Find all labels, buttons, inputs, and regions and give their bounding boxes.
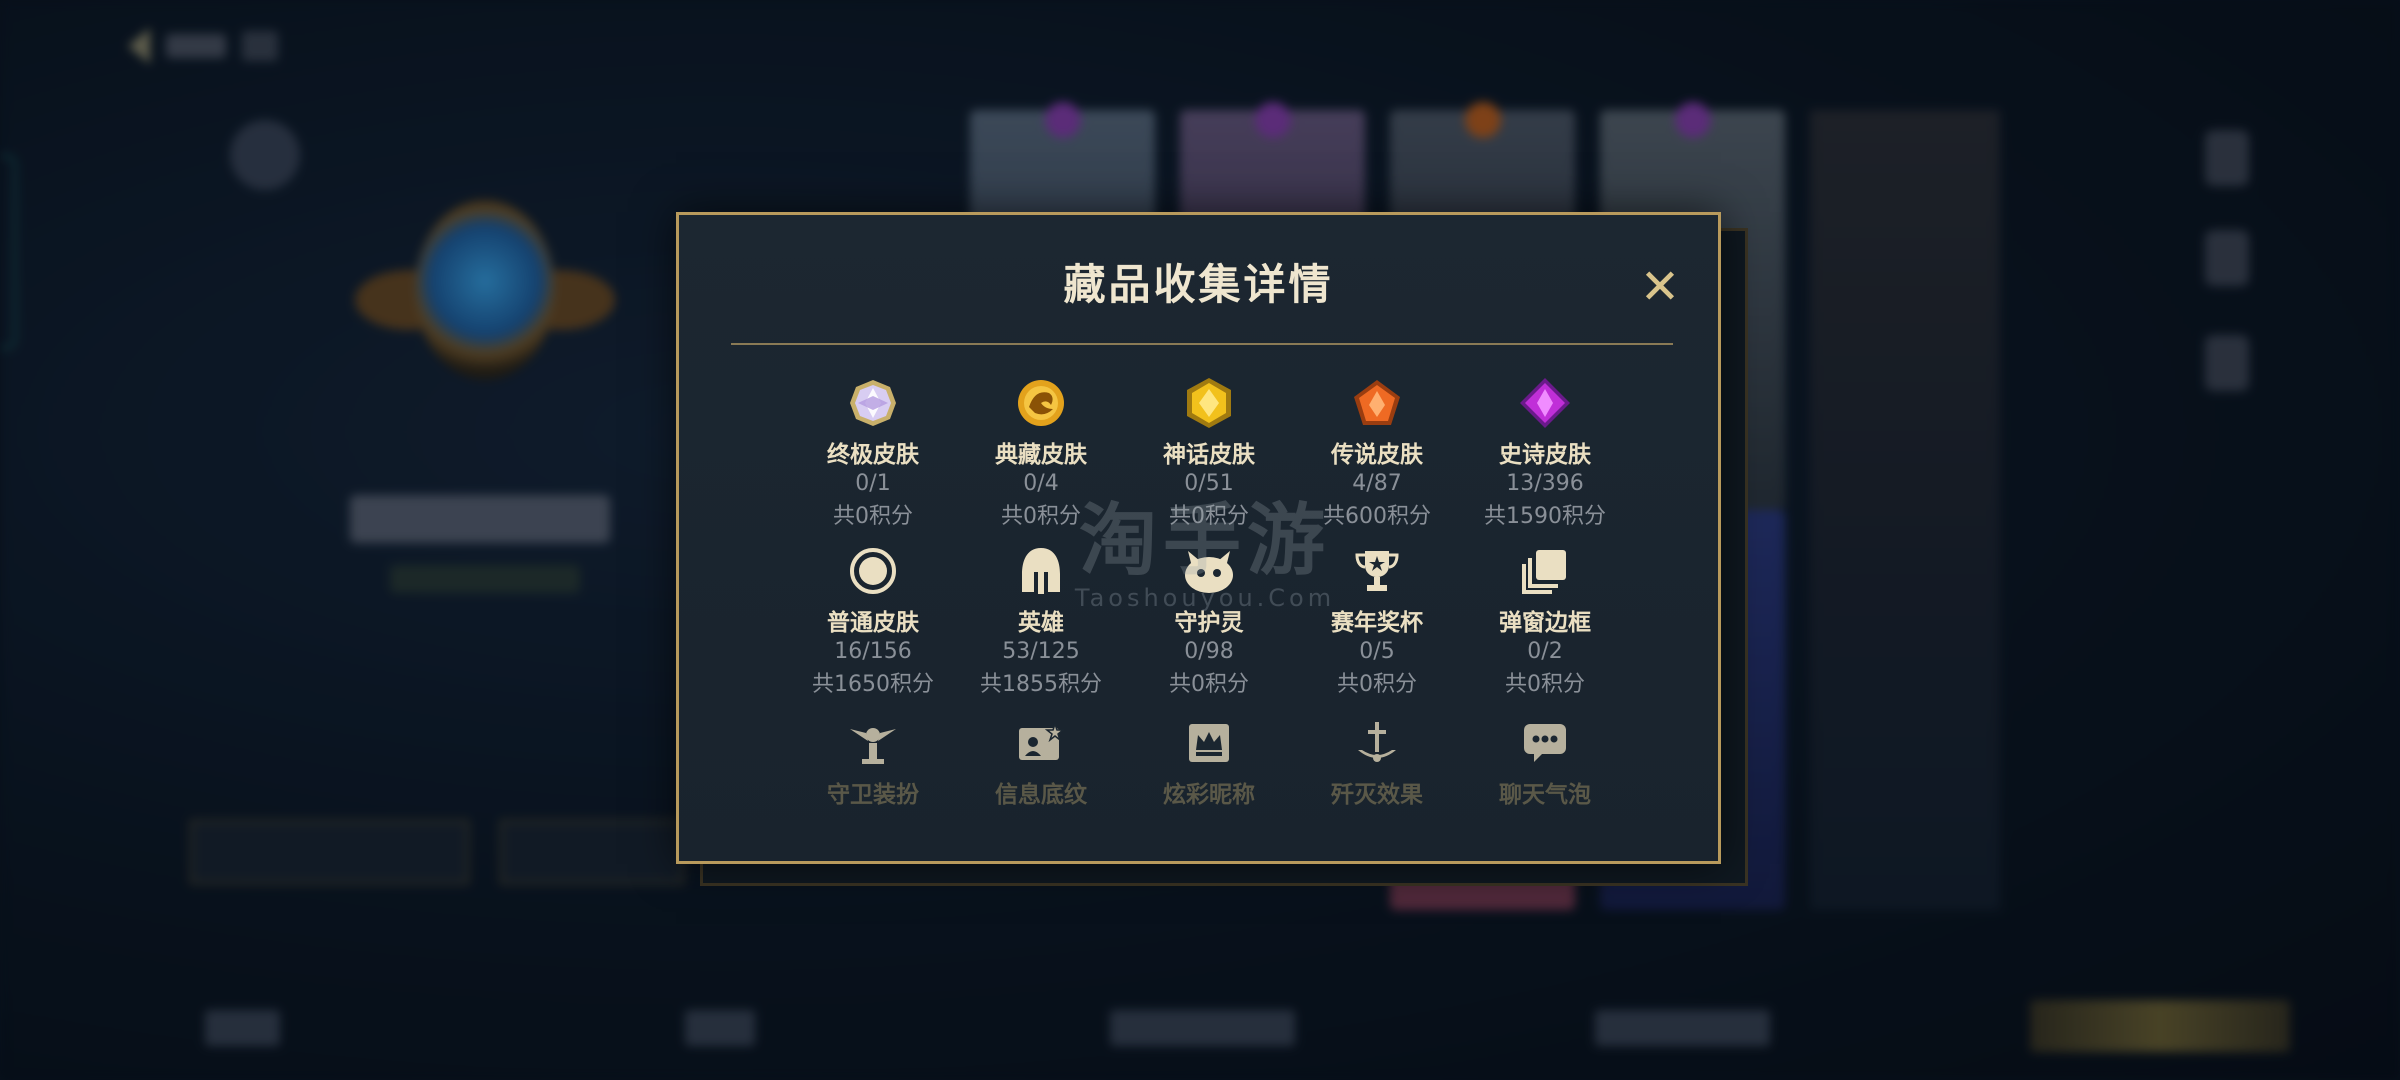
category-item-banner[interactable]: 信息底纹: [957, 715, 1125, 809]
category-count: 0/2: [1527, 639, 1563, 664]
category-score: 共0积分: [1169, 504, 1249, 529]
prestige-dragon-icon: [1013, 375, 1069, 431]
category-count: 0/98: [1184, 639, 1234, 664]
epic-gem-icon: [1517, 375, 1573, 431]
category-label: 赛年奖杯: [1331, 610, 1423, 636]
category-count: 16/156: [834, 639, 912, 664]
category-item-heroes[interactable]: 英雄 53/125 共1855积分: [957, 543, 1125, 698]
category-label: 史诗皮肤: [1499, 442, 1591, 468]
category-label: 歼灭效果: [1331, 782, 1423, 808]
category-item-nickname[interactable]: 炫彩昵称: [1125, 715, 1293, 809]
category-label: 守卫装扮: [827, 782, 919, 808]
category-score: 共0积分: [1505, 672, 1585, 697]
category-item-guardian[interactable]: 守护灵 0/98 共0积分: [1125, 543, 1293, 698]
category-item-standard[interactable]: 普通皮肤 16/156 共1650积分: [789, 543, 957, 698]
category-label: 典藏皮肤: [995, 442, 1087, 468]
ward-icon: [845, 715, 901, 771]
category-item-ward[interactable]: 守卫装扮: [789, 715, 957, 809]
collection-details-modal: 藏品收集详情 ✕ 终极皮肤 0/1 共0积分 典藏皮肤 0/4 共0积分 神话皮…: [676, 212, 1721, 864]
category-label: 英雄: [1018, 610, 1064, 636]
category-score: 共0积分: [1337, 672, 1417, 697]
category-score: 共600积分: [1323, 504, 1431, 529]
category-score: 共0积分: [833, 504, 913, 529]
category-label: 炫彩昵称: [1163, 782, 1255, 808]
category-label: 传说皮肤: [1331, 442, 1423, 468]
category-count: 4/87: [1352, 471, 1402, 496]
category-item-kill-effect[interactable]: 歼灭效果: [1293, 715, 1461, 809]
standard-ring-icon: [845, 543, 901, 599]
category-item-frame[interactable]: 弹窗边框 0/2 共0积分: [1461, 543, 1629, 698]
category-item-legendary[interactable]: 传说皮肤 4/87 共600积分: [1293, 375, 1461, 530]
trophy-icon: [1349, 543, 1405, 599]
legendary-gem-icon: [1349, 375, 1405, 431]
category-score: 共1590积分: [1484, 504, 1606, 529]
category-label: 信息底纹: [995, 782, 1087, 808]
guardian-pet-icon: [1181, 543, 1237, 599]
sword-effect-icon: [1349, 715, 1405, 771]
ultimate-gem-icon: [845, 375, 901, 431]
crown-name-icon: [1181, 715, 1237, 771]
title-divider: [731, 343, 1673, 345]
category-score: 共0积分: [1169, 672, 1249, 697]
helmet-icon: [1013, 543, 1069, 599]
category-score: 共0积分: [1001, 504, 1081, 529]
category-item-ultimate[interactable]: 终极皮肤 0/1 共0积分: [789, 375, 957, 530]
category-count: 0/5: [1359, 639, 1395, 664]
category-item-chat-bubble[interactable]: 聊天气泡: [1461, 715, 1629, 809]
category-label: 聊天气泡: [1499, 782, 1591, 808]
category-label: 守护灵: [1174, 610, 1244, 636]
category-item-prestige[interactable]: 典藏皮肤 0/4 共0积分: [957, 375, 1125, 530]
frame-stack-icon: [1517, 543, 1573, 599]
category-label: 神话皮肤: [1163, 442, 1255, 468]
chat-bubble-icon: [1517, 715, 1573, 771]
mythic-gem-icon: [1181, 375, 1237, 431]
modal-title: 藏品收集详情: [1063, 260, 1334, 309]
category-item-epic[interactable]: 史诗皮肤 13/396 共1590积分: [1461, 375, 1629, 530]
category-label: 普通皮肤: [827, 610, 919, 636]
category-count: 0/51: [1184, 471, 1234, 496]
category-score: 共1855积分: [980, 672, 1102, 697]
category-count: 53/125: [1002, 639, 1080, 664]
category-count: 0/4: [1023, 471, 1059, 496]
category-score: 共1650积分: [812, 672, 934, 697]
banner-card-icon: [1013, 715, 1069, 771]
category-label: 终极皮肤: [827, 442, 919, 468]
category-count: 0/1: [855, 471, 891, 496]
category-count: 13/396: [1506, 471, 1584, 496]
category-label: 弹窗边框: [1499, 610, 1591, 636]
close-button[interactable]: ✕: [1636, 263, 1684, 311]
category-item-trophy[interactable]: 赛年奖杯 0/5 共0积分: [1293, 543, 1461, 698]
category-item-mythic[interactable]: 神话皮肤 0/51 共0积分: [1125, 375, 1293, 530]
